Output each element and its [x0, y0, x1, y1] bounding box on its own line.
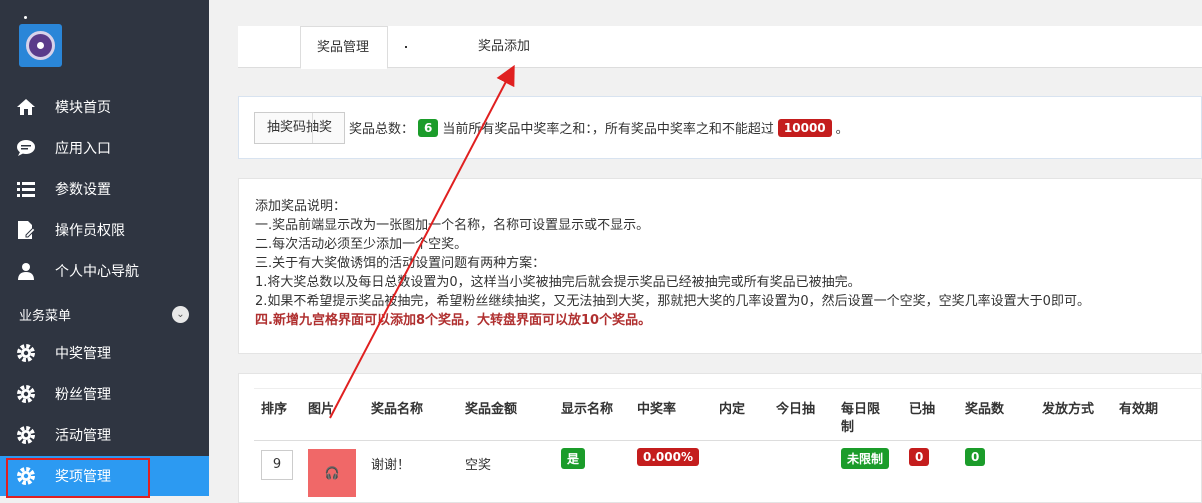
notes-highlight: 四.新增九宫格界面可以添加8个奖品，大转盘界面可以放10个奖品。 — [255, 313, 652, 328]
tab-prize-management[interactable]: 奖品管理 — [300, 26, 388, 69]
notes-title: 添加奖品说明： — [255, 199, 347, 214]
sidebar-item-label: 操作员权限 — [55, 223, 125, 239]
daily-limit-badge: 未限制 — [841, 448, 890, 469]
col-header: 已抽 — [909, 402, 936, 417]
headphone-icon: 🎧 — [324, 466, 340, 480]
col-header: 奖品金额 — [465, 402, 518, 417]
notes-line: 2.如果不希望提示奖品被抽完，希望粉丝继续抽奖，又无法抽到大奖，那就把大奖的几率… — [255, 294, 1090, 309]
wheel-icon — [26, 31, 55, 60]
sidebar-item-fans[interactable]: 粉丝管理 — [0, 374, 209, 414]
gear-icon — [16, 343, 36, 363]
sidebar-item-app-entry[interactable]: 应用入口 — [0, 128, 209, 168]
user-icon — [16, 261, 36, 281]
notes-panel: 添加奖品说明： 一.奖品前端显示改为一张图加一个名称，名称可设置显示或不显示。 … — [238, 178, 1202, 354]
tab-separator — [405, 46, 407, 48]
highlight-box — [6, 458, 150, 498]
section-label: 业务菜单 — [19, 309, 72, 324]
chevron-down-icon[interactable]: ⌄ — [172, 306, 189, 323]
prize-table: 排序 图片 奖品名称 奖品金额 显示名称 中奖率 内定 今日抽 每日限 制 已抽… — [238, 373, 1202, 503]
summary-end: 。 — [835, 122, 849, 137]
col-header: 奖品名称 — [371, 402, 424, 417]
rate-text: 当前所有奖品中奖率之和：，所有奖品中奖率之和不能超过 — [442, 122, 774, 137]
gear-icon — [16, 425, 36, 445]
sidebar-item-label: 参数设置 — [55, 182, 111, 198]
sidebar-item-operator[interactable]: 操作员权限 — [0, 210, 209, 250]
sidebar-item-label: 中奖管理 — [55, 346, 111, 362]
edit-icon — [16, 220, 36, 240]
table-header-rule — [254, 440, 1202, 441]
show-name-badge: 是 — [561, 448, 586, 469]
col-header: 图片 — [308, 402, 335, 417]
total-label: 奖品总数： — [349, 122, 415, 137]
notes-line: 二.每次活动必须至少添加一个空奖。 — [255, 237, 468, 252]
col-header: 奖品数 — [965, 402, 1005, 417]
draw-code-button[interactable]: 抽奖码抽奖 — [254, 112, 345, 144]
notes-line: 1.将大奖总数以及每日总数设置为0，这样当小奖被抽完后就会提示奖品已经被抽完或所… — [255, 275, 861, 290]
sidebar-item-label: 应用入口 — [55, 141, 111, 157]
count-badge: 0 — [965, 448, 986, 466]
col-header: 每日限 — [841, 402, 881, 417]
col-header: 发放方式 — [1042, 402, 1095, 417]
notes-line: 三.关于有大奖做诱饵的活动设置问题有两种方案： — [255, 256, 546, 271]
total-badge: 6 — [418, 118, 439, 137]
sort-input[interactable]: 9 — [261, 450, 293, 480]
col-header: 有效期 — [1119, 402, 1159, 417]
list-icon — [16, 179, 36, 199]
col-header: 显示名称 — [561, 402, 614, 417]
rate-badge: 0.000% — [637, 448, 699, 466]
col-header: 排序 — [261, 402, 288, 417]
prize-name: 谢谢！ — [371, 458, 411, 473]
summary-text: 奖品总数： 6 当前所有奖品中奖率之和：，所有奖品中奖率之和不能超过 10000… — [349, 118, 849, 137]
logo-dot — [24, 16, 27, 19]
sidebar-item-activities[interactable]: 活动管理 — [0, 415, 209, 455]
gear-icon — [16, 384, 36, 404]
tab-prize-add[interactable]: 奖品添加 — [478, 26, 530, 68]
sidebar-item-settings[interactable]: 参数设置 — [0, 169, 209, 209]
col-header: 制 — [841, 420, 855, 435]
tab-bar: 奖品管理 奖品添加 — [238, 26, 1202, 69]
drawn-badge: 0 — [909, 448, 930, 466]
rate-max-badge: 10000 — [777, 118, 832, 137]
sidebar: 模块首页 应用入口 参数设置 操作员权限 个人中心导航 业务菜单 ⌄ 中奖管理 … — [0, 0, 209, 498]
draw-code-button-label: 抽奖码抽奖 — [266, 120, 332, 135]
button-divider — [312, 113, 313, 143]
col-header: 内定 — [719, 402, 746, 417]
prize-amount: 空奖 — [465, 458, 492, 473]
sidebar-item-label: 个人中心导航 — [55, 264, 139, 280]
sidebar-item-personal[interactable]: 个人中心导航 — [0, 251, 209, 291]
prize-image[interactable]: 🎧 — [308, 449, 356, 497]
col-header: 今日抽 — [776, 402, 816, 417]
sidebar-item-label: 粉丝管理 — [55, 387, 111, 403]
table-top-rule — [254, 388, 1202, 389]
sidebar-item-label: 模块首页 — [55, 100, 111, 116]
sidebar-item-label: 活动管理 — [55, 428, 111, 444]
summary-panel: 抽奖码抽奖 奖品总数： 6 当前所有奖品中奖率之和：，所有奖品中奖率之和不能超过… — [238, 96, 1202, 159]
app-logo[interactable] — [19, 24, 62, 67]
sidebar-item-home[interactable]: 模块首页 — [0, 87, 209, 127]
home-icon — [16, 97, 36, 117]
sidebar-item-winners[interactable]: 中奖管理 — [0, 333, 209, 373]
notes-line: 一.奖品前端显示改为一张图加一个名称，名称可设置显示或不显示。 — [255, 218, 650, 233]
col-header: 中奖率 — [637, 402, 677, 417]
chat-icon — [16, 138, 36, 158]
